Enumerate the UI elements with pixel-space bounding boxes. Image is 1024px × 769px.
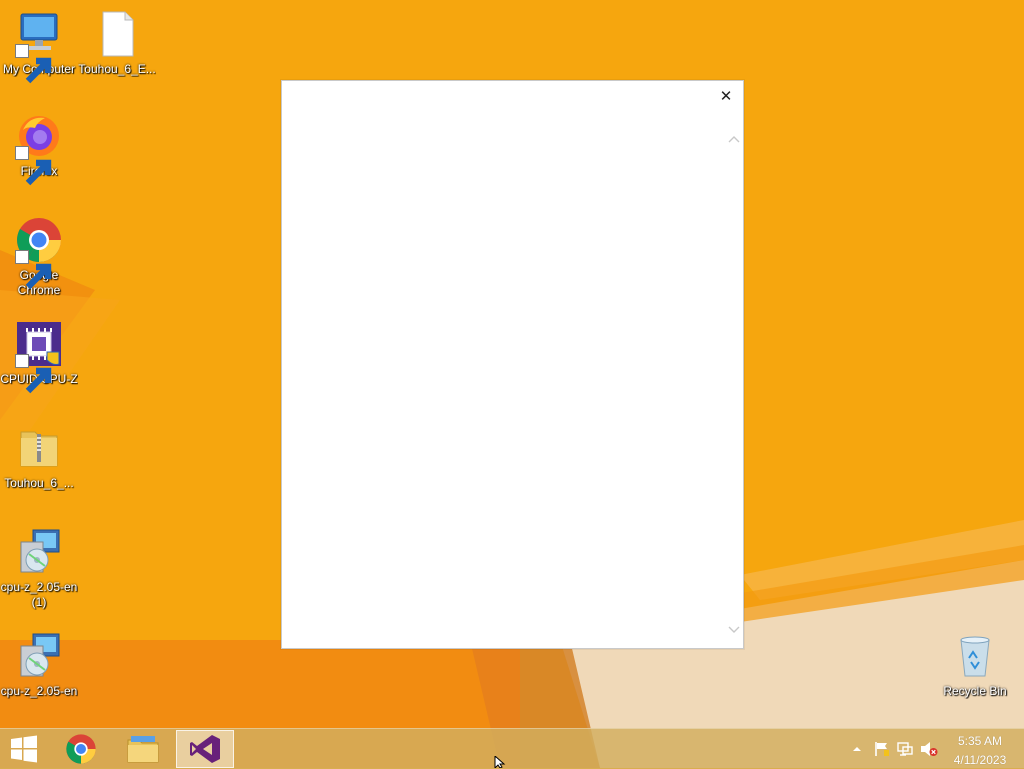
network-icon[interactable]	[896, 740, 914, 758]
installer-icon	[15, 528, 63, 576]
close-icon: ✕	[719, 87, 733, 105]
volume-muted-icon[interactable]	[920, 740, 938, 758]
chevron-up-icon	[853, 747, 861, 751]
folder-icon	[127, 736, 159, 763]
scroll-up-arrow-icon[interactable]	[727, 133, 741, 147]
windows-logo-icon	[11, 735, 37, 763]
start-button[interactable]	[0, 730, 48, 768]
show-hidden-icons-button[interactable]	[848, 740, 866, 758]
cpu-z-icon	[15, 320, 63, 394]
desktop-icon-touhou-zip[interactable]: Touhou_6_...	[0, 424, 78, 491]
blank-dialog-window: ✕	[281, 80, 744, 649]
taskbar-chrome[interactable]	[52, 730, 110, 768]
taskbar	[0, 728, 1024, 769]
shortcut-arrow-icon	[15, 44, 52, 84]
desktop-icon-firefox[interactable]: Firefox	[0, 112, 78, 186]
desktop-icon-cpuid-cpu-z[interactable]: CPUID CPU-Z	[0, 320, 78, 394]
desktop-icon-label: Recycle Bin	[943, 684, 1007, 698]
clock-time: 5:35 AM	[957, 734, 1003, 748]
desktop-icon-google-chrome[interactable]: Google Chrome	[0, 216, 78, 298]
shortcut-arrow-icon	[15, 146, 52, 186]
speaker-muted-icon	[921, 742, 938, 756]
desktop-icon-label: cpu-z_2.05-en	[0, 684, 78, 698]
document-icon	[93, 10, 141, 58]
taskbar-visual-studio[interactable]	[176, 730, 234, 768]
network-computer-icon	[897, 742, 913, 756]
mouse-cursor-icon	[494, 756, 506, 768]
action-center-flag-icon[interactable]	[872, 740, 890, 758]
scroll-down-arrow-icon[interactable]	[727, 622, 741, 636]
firefox-icon	[15, 112, 63, 186]
desktop-icon-my-computer[interactable]: My Computer	[0, 10, 78, 84]
chrome-icon	[66, 734, 96, 764]
shortcut-arrow-icon	[15, 354, 52, 394]
desktop-icon-cpu-z-installer[interactable]: cpu-z_2.05-en	[0, 632, 78, 699]
desktop-icon-touhou-file[interactable]: Touhou_6_E...	[78, 10, 156, 77]
system-clock[interactable]: 5:35 AM 4/11/2023	[945, 733, 1015, 768]
zip-folder-icon	[15, 424, 63, 472]
desktop-icon-label: Touhou_6_...	[4, 476, 74, 490]
installer-icon	[15, 632, 63, 680]
computer-icon	[15, 10, 63, 84]
desktop-icon-label: Touhou_6_E...	[78, 62, 156, 76]
chrome-icon	[15, 216, 63, 290]
visual-studio-icon	[190, 735, 220, 763]
flag-icon	[875, 742, 889, 756]
desktop-icon-label: cpu-z_2.05-en (1)	[0, 580, 78, 609]
recycle-bin-icon	[951, 632, 999, 680]
taskbar-file-explorer[interactable]	[114, 730, 172, 768]
desktop-icon-recycle-bin[interactable]: Recycle Bin	[936, 632, 1014, 699]
desktop-icon-cpu-z-installer-1[interactable]: cpu-z_2.05-en (1)	[0, 528, 78, 610]
close-button[interactable]: ✕	[717, 87, 735, 105]
clock-date: 4/11/2023	[953, 753, 1007, 767]
shortcut-arrow-icon	[15, 250, 52, 290]
